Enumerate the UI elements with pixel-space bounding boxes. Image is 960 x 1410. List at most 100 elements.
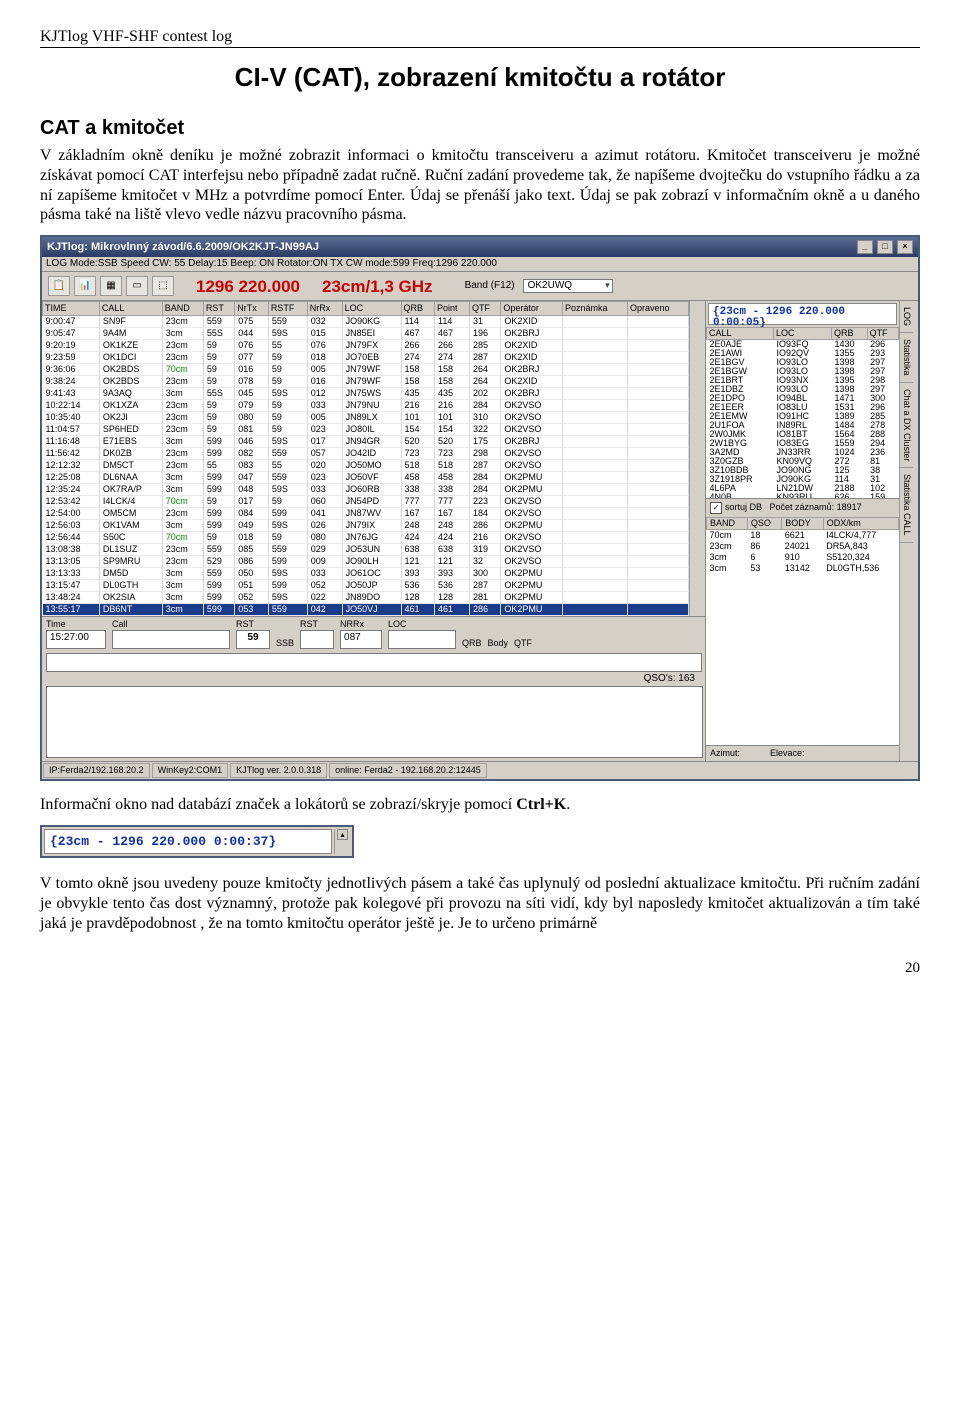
- table-row[interactable]: 12:56:03OK1VAM3cm59904959S026JN79IX24824…: [43, 520, 689, 532]
- log-col-header[interactable]: TIME: [43, 302, 100, 316]
- db-col-header[interactable]: QRB: [832, 328, 868, 340]
- side-tab[interactable]: Chat a DX Cluster: [900, 383, 913, 469]
- db-col-header[interactable]: LOC: [773, 328, 831, 340]
- side-tab[interactable]: Statistika: [900, 333, 913, 383]
- table-row[interactable]: 13:48:24OK2SIA3cm59905259S022JN89DO12812…: [43, 592, 689, 604]
- stat-col-header: ODX/km: [823, 518, 898, 530]
- status-cell: online: Ferda2 - 192.168.20.2:12445: [329, 763, 487, 778]
- table-row[interactable]: 12:54:00OM5CM23cm599084599041JN87WV16716…: [43, 508, 689, 520]
- side-tab[interactable]: LOG: [900, 301, 913, 333]
- table-row[interactable]: 12:25:08DL6NAA3cm599047559023JO50VF45845…: [43, 472, 689, 484]
- toolbar-btn-1[interactable]: 📋: [48, 276, 70, 296]
- lbl-time: Time: [46, 620, 106, 629]
- table-row[interactable]: 10:35:40OK2JI23cm5908059005JN89LX1011013…: [43, 412, 689, 424]
- menubar-text: LOG Mode:SSB Speed CW: 55 Delay:15 Beep:…: [46, 258, 497, 269]
- stat-col-header: BAND: [707, 518, 748, 530]
- sort-label: sortuj DB: [725, 502, 762, 512]
- sort-checkbox[interactable]: ✓: [710, 502, 722, 514]
- db-col-header[interactable]: CALL: [707, 328, 774, 340]
- status-cell: WinKey2:COM1: [152, 763, 229, 778]
- stat-grid: BANDQSOBODYODX/km70cm186621I4LCK/4,77723…: [706, 517, 899, 574]
- table-row[interactable]: 12:53:42I4LCK/470cm5901759060JN54PD77777…: [43, 496, 689, 508]
- stat-col-header: BODY: [782, 518, 823, 530]
- window-buttons[interactable]: _ □ ×: [856, 240, 913, 254]
- log-col-header[interactable]: LOC: [342, 302, 401, 316]
- toolbar-btn-5[interactable]: ⬚: [152, 276, 174, 296]
- loc-field[interactable]: [388, 630, 456, 649]
- table-row[interactable]: 9:23:59OK1DCI23cm5907759018JO70EB2742742…: [43, 352, 689, 364]
- table-row[interactable]: 9:00:47SN9F23cm559075559032JO90KG1141143…: [43, 316, 689, 328]
- statusbar: IP:Ferda2/192.168.20.2WinKey2:COM1KJTlog…: [42, 761, 918, 779]
- log-col-header[interactable]: QTF: [469, 302, 500, 316]
- log-col-header[interactable]: RST: [203, 302, 234, 316]
- maximize-icon[interactable]: □: [877, 240, 893, 254]
- lbl-rst: RST: [236, 620, 270, 629]
- log-col-header[interactable]: CALL: [99, 302, 162, 316]
- toolbar-btn-4[interactable]: ▭: [126, 276, 148, 296]
- table-row[interactable]: 13:08:38DL1SUZ23cm559085559029JO53UN6386…: [43, 544, 689, 556]
- log-col-header[interactable]: Opraveno: [627, 302, 688, 316]
- table-row[interactable]: 9:36:06OK2BDS70cm5901659005JN79WF1581582…: [43, 364, 689, 376]
- toolbar: 📋 📊 ▦ ▭ ⬚ 1296 220.000 23cm/1,3 GHz Band…: [42, 272, 918, 301]
- table-row[interactable]: 11:56:42DK0ZB23cm599082559057JO42ID72372…: [43, 448, 689, 460]
- lbl-qrb: QRB: [462, 639, 482, 648]
- db-grid[interactable]: CALLLOCQRBQTF2E0AJEIO93FQ14302962E1AWIIO…: [706, 327, 899, 498]
- titlebar[interactable]: KJTlog: Mikrovlnný závod/6.6.2009/OK2KJT…: [42, 237, 918, 257]
- band-combo[interactable]: OK2UWQ: [523, 279, 613, 293]
- qso-count: QSO's: 163: [644, 674, 695, 684]
- table-row[interactable]: 10:22:14OK1XZA23cm5907959033JN79NU216216…: [43, 400, 689, 412]
- mini-info-line: {23cm - 1296 220.000 0:00:37}: [44, 829, 332, 854]
- table-row[interactable]: 13:13:05SP9MRU23cm529086599009JO90LH1211…: [43, 556, 689, 568]
- table-row[interactable]: 9:38:24OK2BDS23cm5907859016JN79WF1581582…: [43, 376, 689, 388]
- log-col-header[interactable]: Poznámka: [562, 302, 627, 316]
- table-row[interactable]: 9:05:479A4M3cm55S04459S015JN85EI46746719…: [43, 328, 689, 340]
- rst-field[interactable]: 59: [236, 630, 270, 649]
- band-label: Band (F12): [465, 281, 515, 291]
- close-icon[interactable]: ×: [897, 240, 913, 254]
- chat-area[interactable]: [46, 686, 703, 758]
- minimize-icon[interactable]: _: [857, 240, 873, 254]
- table-row[interactable]: 12:35:24OK7RA/P3cm59904859S033JO60RB3383…: [43, 484, 689, 496]
- table-row[interactable]: 11:16:48E71EBS3cm59904659S017JN94GR52052…: [43, 436, 689, 448]
- nrrx-field[interactable]: 087: [340, 630, 382, 649]
- log-col-header[interactable]: RSTF: [268, 302, 307, 316]
- db-footer: ✓sortuj DB Počet záznamů: 18917: [706, 498, 899, 517]
- table-row[interactable]: 13:13:33DM5D3cm55905059S033JO61OC3933933…: [43, 568, 689, 580]
- note-field[interactable]: [46, 653, 702, 672]
- stat-col-header: QSO: [747, 518, 781, 530]
- toolbar-btn-2[interactable]: 📊: [74, 276, 96, 296]
- paragraph-3: V tomto okně jsou uvedeny pouze kmitočty…: [40, 874, 920, 933]
- lbl-nrrx: NRRx: [340, 620, 382, 629]
- log-grid[interactable]: TIMECALLBANDRSTNrTxRSTFNrRxLOCQRBPointQT…: [42, 301, 689, 616]
- log-col-header[interactable]: QRB: [401, 302, 435, 316]
- paragraph-2: Informační okno nad databází značek a lo…: [40, 795, 920, 815]
- log-col-header[interactable]: NrRx: [307, 302, 342, 316]
- window-title: KJTlog: Mikrovlnný závod/6.6.2009/OK2KJT…: [47, 242, 319, 253]
- table-row[interactable]: 12:56:44S50C70cm5901859080JN76JG42442421…: [43, 532, 689, 544]
- frequency-display: 1296 220.000: [196, 278, 300, 295]
- log-col-header[interactable]: Point: [435, 302, 470, 316]
- side-tabs[interactable]: LOGStatistikaChat a DX ClusterStatistika…: [899, 301, 918, 761]
- log-col-header[interactable]: Operátor: [501, 302, 563, 316]
- db-col-header[interactable]: QTF: [867, 328, 898, 340]
- menubar[interactable]: LOG Mode:SSB Speed CW: 55 Delay:15 Beep:…: [42, 257, 918, 272]
- azimuth-label: Azimut:: [710, 749, 740, 758]
- side-tab[interactable]: Statistika CALL: [900, 468, 913, 543]
- time-field[interactable]: 15:27:00: [46, 630, 106, 649]
- table-row[interactable]: 9:41:439A3AQ3cm55S04559S012JN75WS4354352…: [43, 388, 689, 400]
- lbl-loc: LOC: [388, 620, 456, 629]
- table-row[interactable]: 13:15:47DL0GTH3cm599051599052JO50JP53653…: [43, 580, 689, 592]
- table-row[interactable]: 9:20:19OK1KZE23cm5907655076JN79FX2662662…: [43, 340, 689, 352]
- table-row[interactable]: 13:55:17DB6NT3cm599053559042JO50VJ461461…: [43, 604, 689, 616]
- table-row[interactable]: 11:04:57SP6HED23cm5908159023JO80IL154154…: [43, 424, 689, 436]
- log-col-header[interactable]: NrTx: [235, 302, 269, 316]
- log-col-header[interactable]: BAND: [162, 302, 203, 316]
- log-scrollbar[interactable]: [689, 301, 705, 616]
- table-row[interactable]: 12:12:32DM5CT23cm5508355020JO50MO5185182…: [43, 460, 689, 472]
- call-field[interactable]: [112, 630, 230, 649]
- mini-scroll-up[interactable]: ▴: [334, 829, 350, 854]
- rst2-field[interactable]: [300, 630, 334, 649]
- status-cell: IP:Ferda2/192.168.20.2: [43, 763, 150, 778]
- toolbar-btn-3[interactable]: ▦: [100, 276, 122, 296]
- freq-info-line: {23cm - 1296 220.000 0:00:05}: [708, 303, 897, 325]
